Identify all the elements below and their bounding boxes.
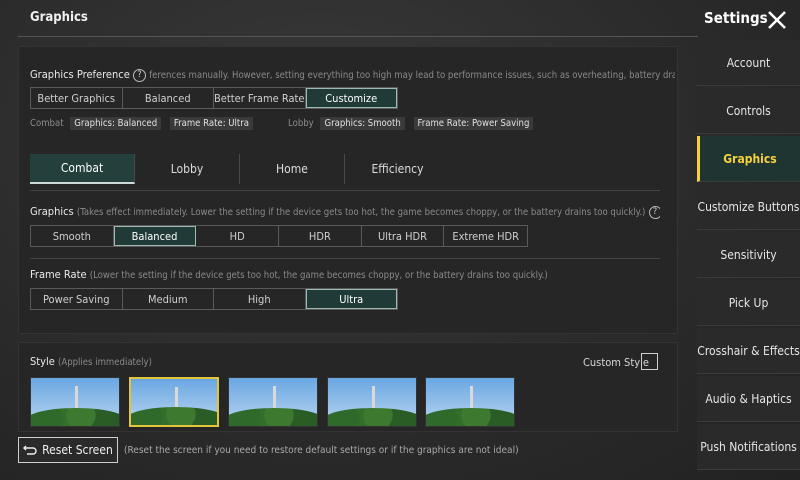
preference-option-better-graphics[interactable]: Better Graphics <box>31 88 123 108</box>
style-thumbnail[interactable] <box>425 377 515 427</box>
close-icon[interactable] <box>766 9 788 31</box>
help-icon[interactable]: ? <box>648 205 660 219</box>
style-note: (Applies immediately) <box>58 357 152 368</box>
style-label: Style <box>30 355 55 368</box>
graphics-option-ultra-hdr[interactable]: Ultra HDR <box>362 226 445 246</box>
stage: Graphics Settings Account Controls Graph… <box>0 0 800 480</box>
reset-screen-note: (Reset the screen if you need to restore… <box>124 445 519 456</box>
custom-style-checkbox[interactable] <box>641 353 658 370</box>
help-icon[interactable]: ? <box>132 68 146 82</box>
graphics-quality-note: (Takes effect immediately. Lower the set… <box>76 207 646 218</box>
graphics-quality-label: Graphics <box>30 205 74 218</box>
section-divider <box>30 258 660 259</box>
style-thumbnail[interactable] <box>129 377 219 427</box>
fps-option-ultra[interactable]: Ultra <box>305 289 397 309</box>
reset-screen-label: Reset Screen <box>42 443 113 457</box>
graphics-preference-note: ferences manually. However, setting ever… <box>149 70 675 81</box>
graphics-preference-row: Graphics Preference ? ferences manually.… <box>30 68 675 82</box>
combat-summary: Combat Graphics: Balanced Frame Rate: Ul… <box>30 117 259 130</box>
style-row: Style (Applies immediately) <box>30 355 152 368</box>
graphics-quality-row: Graphics (Takes effect immediately. Lowe… <box>30 205 660 219</box>
reset-screen-button[interactable]: Reset Screen <box>18 437 118 463</box>
tab-combat[interactable]: Combat <box>30 154 135 184</box>
frame-rate-note: (Lower the setting if the device gets to… <box>89 270 548 281</box>
fps-option-high[interactable]: High <box>214 289 306 309</box>
sidebar: Account Controls Graphics Customize Butt… <box>697 40 800 480</box>
mode-tabs: Combat Lobby Home Efficiency <box>30 154 450 184</box>
sidebar-item-customize-buttons[interactable]: Customize Buttons <box>697 184 800 230</box>
graphics-option-hdr[interactable]: HDR <box>279 226 362 246</box>
preference-option-better-frame-rate[interactable]: Better Frame Rate <box>214 88 306 108</box>
tab-efficiency[interactable]: Efficiency <box>345 154 450 184</box>
style-thumbnail[interactable] <box>228 377 318 427</box>
graphics-option-extreme-hdr[interactable]: Extreme HDR <box>444 226 527 246</box>
sidebar-item-pick-up[interactable]: Pick Up <box>697 280 800 326</box>
lobby-summary: Lobby Graphics: Smooth Frame Rate: Power… <box>288 117 539 130</box>
custom-style-label: Custom Style <box>583 356 649 369</box>
sidebar-item-graphics[interactable]: Graphics <box>697 136 800 182</box>
graphics-option-smooth[interactable]: Smooth <box>31 226 114 246</box>
fps-option-medium[interactable]: Medium <box>123 289 214 309</box>
graphics-option-hd[interactable]: HD <box>196 226 280 246</box>
style-thumbnail[interactable] <box>30 377 120 427</box>
sidebar-item-controls[interactable]: Controls <box>697 88 800 134</box>
graphics-option-balanced[interactable]: Balanced <box>113 226 197 246</box>
combat-fps-tag: Frame Rate: Ultra <box>169 117 254 130</box>
combat-summary-label: Combat <box>30 118 64 129</box>
graphics-preference-label: Graphics Preference <box>30 68 130 81</box>
sidebar-item-crosshair-effects[interactable]: Crosshair & Effects <box>697 328 800 374</box>
style-thumbnail[interactable] <box>327 377 417 427</box>
settings-title: Settings <box>704 9 768 27</box>
preference-option-customize[interactable]: Customize <box>305 88 397 108</box>
frame-rate-label: Frame Rate <box>30 268 87 281</box>
lobby-graphics-tag: Graphics: Smooth <box>320 117 405 130</box>
combat-graphics-tag: Graphics: Balanced <box>70 117 162 130</box>
page-title: Graphics <box>30 10 88 25</box>
graphics-preference-selector: Better Graphics Balanced Better Frame Ra… <box>30 87 398 109</box>
undo-icon <box>23 445 37 455</box>
sidebar-item-sensitivity[interactable]: Sensitivity <box>697 232 800 278</box>
frame-rate-row: Frame Rate (Lower the setting if the dev… <box>30 268 660 281</box>
graphics-quality-selector: Smooth Balanced HD HDR Ultra HDR Extreme… <box>30 225 528 247</box>
section-divider <box>30 190 660 191</box>
fps-option-power-saving[interactable]: Power Saving <box>31 289 123 309</box>
lobby-summary-label: Lobby <box>288 118 314 129</box>
sidebar-item-account[interactable]: Account <box>697 40 800 86</box>
frame-rate-selector: Power Saving Medium High Ultra <box>30 288 398 310</box>
header-divider <box>18 36 698 37</box>
sidebar-item-audio-haptics[interactable]: Audio & Haptics <box>697 376 800 422</box>
lobby-fps-tag: Frame Rate: Power Saving <box>413 117 534 130</box>
preference-option-balanced[interactable]: Balanced <box>123 88 214 108</box>
tab-home[interactable]: Home <box>240 154 345 184</box>
sidebar-item-push-notifications[interactable]: Push Notifications <box>697 424 800 470</box>
tab-lobby[interactable]: Lobby <box>135 154 240 184</box>
